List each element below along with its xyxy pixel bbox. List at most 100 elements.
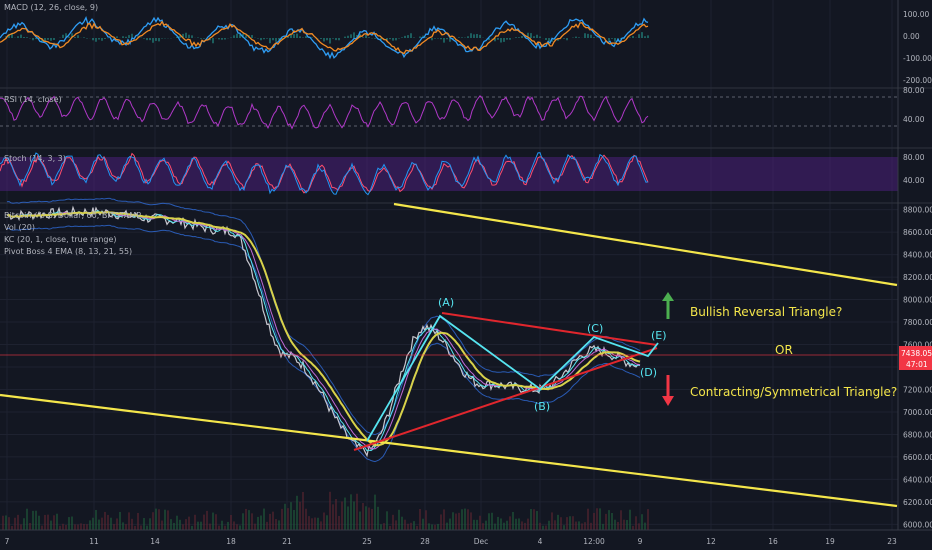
time-tick: 23 [887,537,897,546]
volume-bar [122,522,124,530]
volume-bar [518,518,520,530]
volume-bar [179,519,181,530]
or-annotation: OR [775,343,793,357]
ema-label: Pivot Boss 4 EMA (8, 13, 21, 55) [4,247,132,256]
volume-bar [41,525,43,530]
volume-bar [590,522,592,530]
volume-bar [182,524,184,530]
time-tick: Dec [474,537,489,546]
volume-bar [620,510,622,530]
macd-line [0,15,649,60]
volume-bar [8,517,10,530]
volume-bar [245,508,247,530]
bearish-annotation: Contracting/Symmetrical Triangle? [690,385,897,399]
volume-bar [404,519,406,530]
volume-bar [569,516,571,530]
volume-bar [86,524,88,530]
trading-chart[interactable]: MACD (12, 26, close, 9) RSI (14, close) … [0,0,932,550]
kc-lower-band [6,224,641,463]
volume-bar [566,517,568,530]
volume-bar [155,508,157,530]
volume-bar [92,517,94,530]
volume-bar [512,511,514,530]
time-tick: 12:00 [583,537,605,546]
volume-bar [212,512,214,530]
volume-bar [506,520,508,530]
volume-bar [80,523,82,530]
volume-bar [113,524,115,530]
volume-bar [53,515,55,530]
volume-bar [272,511,274,530]
volume-bar [548,520,550,530]
volume-bar [257,516,259,530]
main-pane: (A) (B) (C) (D) (E) Bullish Reversal Tri… [0,197,898,530]
volume-bar [269,513,271,530]
volume-bar [197,521,199,530]
price-tick: 8800.00 [903,206,932,215]
macd-pane: MACD (12, 26, close, 9) [0,3,649,60]
volume-bar [416,525,418,530]
volume-bar [104,511,106,530]
bullish-annotation: Bullish Reversal Triangle? [690,305,842,319]
volume-bar [200,521,202,530]
volume-bar [59,525,61,530]
volume-bar [410,522,412,530]
volume-bar [605,513,607,530]
volume-bar [71,516,73,530]
volume-bar [539,522,541,530]
volume-bar [641,514,643,530]
volume-bar [575,521,577,530]
stoch-label: Stoch (14, 3, 3) [4,154,66,163]
volume-bar [305,508,307,530]
volume-bar [464,508,466,530]
up-arrow-icon [662,292,674,319]
volume-bar [290,502,292,530]
volume-bar [470,512,472,530]
price-tick: 6800.00 [903,430,932,439]
stoch-band [0,157,898,191]
volume-bar [407,523,409,530]
volume-bar [479,515,481,530]
stoch-tick: 40.00 [903,176,925,185]
volume-bar [488,513,490,530]
volume-bar [494,523,496,530]
volume-bar [395,520,397,530]
volume-bar [374,494,376,530]
volume-bar [62,523,64,530]
rsi-pane: RSI (14, close) [0,95,898,130]
volume-bar [164,509,166,530]
volume-bar [68,517,70,530]
volume-bar [428,523,430,530]
volume-bar [26,508,28,530]
time-axis[interactable]: 7 11 14 18 21 25 28 Dec 4 12:00 9 12 16 19 23 [0,529,932,546]
volume-bar [188,516,190,530]
volume-bar [131,518,133,530]
volume-bar [227,521,229,530]
volume-bar [437,523,439,530]
volume-bar [101,517,103,530]
volume-bar [206,510,208,530]
volume-bar [74,524,76,530]
volume-bar [50,520,52,530]
volume-bar [587,508,589,530]
volume-bar [194,514,196,530]
volume-bar [413,521,415,530]
volume-bar [398,509,400,530]
symbol-label: Bitcoin / U.S. Dollar, 60, BITSTAMP [4,211,141,220]
volume-bar [392,514,394,530]
rsi-line [0,95,649,130]
volume-bar [119,511,121,530]
macd-label: MACD (12, 26, close, 9) [4,3,98,12]
volume-bar [47,514,49,530]
volume-bar [14,517,16,530]
volume-bar [323,512,325,530]
volume-bar [107,514,109,530]
volume-bar [170,519,172,530]
price-axis[interactable]: 100.00 0.00 -100.00 -200.00 80.00 40.00 … [897,0,932,530]
volume-bar [221,520,223,530]
volume-bar [359,511,361,530]
stoch-tick: 80.00 [903,153,925,162]
volume-bar [236,524,238,530]
volume-bar [125,524,127,530]
volume-bar [284,503,286,530]
